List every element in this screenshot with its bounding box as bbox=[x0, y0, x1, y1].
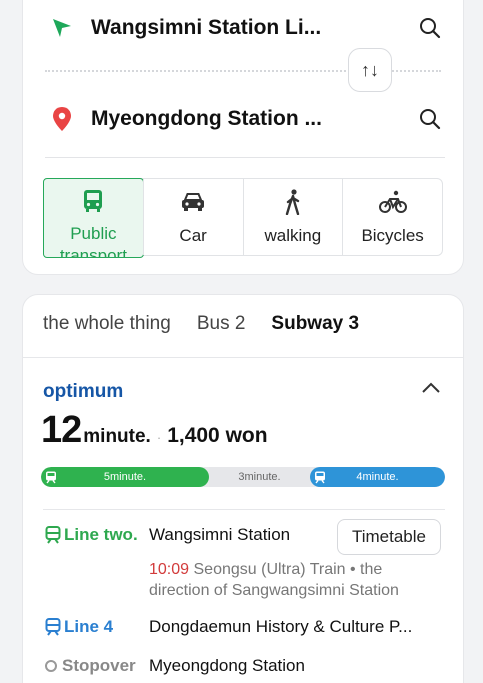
duration-unit: minute. bbox=[83, 426, 151, 447]
divider bbox=[23, 357, 463, 358]
fare-value: 1,400 won bbox=[167, 424, 268, 447]
segment-subway-line4: 4minute. bbox=[310, 467, 445, 487]
tab-all[interactable]: the whole thing bbox=[43, 313, 171, 335]
bus-icon bbox=[82, 189, 104, 213]
route-search-card: Wangsimni Station Li... ↑↓ Myeongdong St… bbox=[22, 0, 464, 275]
line-name: Line two. bbox=[64, 525, 138, 544]
car-icon bbox=[180, 189, 206, 215]
segment-label: 4minute. bbox=[356, 471, 399, 483]
mode-label: Public transport bbox=[59, 224, 127, 258]
line-badge: Line 4 bbox=[45, 617, 149, 637]
divider bbox=[45, 157, 445, 158]
segment-label: 3minute. bbox=[238, 471, 281, 483]
stopover-dot-icon bbox=[45, 660, 57, 672]
destination-row[interactable]: Myeongdong Station ... bbox=[23, 94, 465, 144]
origin-row[interactable]: Wangsimni Station Li... bbox=[23, 3, 465, 53]
route-step[interactable]: Line 4 Dongdaemun History & Culture P... bbox=[45, 617, 412, 637]
route-segment-bar: 5minute. 3minute. 4minute. bbox=[41, 467, 445, 487]
line-name: Stopover bbox=[62, 656, 136, 675]
line-badge: Stopover bbox=[45, 656, 149, 676]
train-icon bbox=[310, 467, 330, 487]
line-name: Line 4 bbox=[64, 617, 114, 636]
mode-label: Car bbox=[179, 226, 207, 245]
segment-walk: 3minute. bbox=[209, 467, 310, 487]
route-tag: optimum bbox=[43, 381, 124, 402]
location-arrow-icon bbox=[49, 15, 75, 41]
segment-subway-line2: 5minute. bbox=[41, 467, 209, 487]
destination-text[interactable]: Myeongdong Station ... bbox=[91, 107, 322, 131]
duration-value: 12 bbox=[41, 409, 82, 451]
swap-button[interactable]: ↑↓ bbox=[348, 48, 392, 92]
tab-public-transport[interactable]: Public transport bbox=[43, 178, 144, 258]
origin-search-icon[interactable] bbox=[415, 13, 445, 43]
station-name: Myeongdong Station bbox=[149, 656, 305, 675]
tab-subway[interactable]: Subway 3 bbox=[271, 313, 359, 335]
chevron-up-icon[interactable] bbox=[421, 381, 441, 400]
route-step[interactable]: Line two. Wangsimni Station bbox=[45, 525, 290, 545]
train-icon bbox=[45, 526, 61, 544]
station-name: Wangsimni Station bbox=[149, 525, 291, 544]
separator: · bbox=[156, 430, 162, 445]
tab-car[interactable]: Car bbox=[142, 179, 243, 255]
tab-bicycles[interactable]: Bicycles bbox=[342, 179, 442, 255]
segment-label: 5minute. bbox=[103, 471, 147, 483]
bicycle-icon bbox=[378, 189, 407, 215]
divider bbox=[43, 509, 445, 510]
route-summary: 12 minute. · 1,400 won bbox=[41, 409, 268, 452]
destination-search-icon[interactable] bbox=[415, 104, 445, 134]
line-badge: Line two. bbox=[45, 525, 149, 545]
route-filter-tabs: the whole thing Bus 2 Subway 3 bbox=[43, 313, 359, 335]
map-pin-icon bbox=[49, 106, 75, 132]
tab-walking[interactable]: walking bbox=[242, 179, 343, 255]
train-icon bbox=[45, 618, 61, 636]
departure-time: 10:09 bbox=[149, 561, 190, 578]
origin-text[interactable]: Wangsimni Station Li... bbox=[91, 16, 321, 40]
mode-label: Bicycles bbox=[361, 226, 424, 245]
timetable-button[interactable]: Timetable bbox=[337, 519, 441, 555]
walking-icon bbox=[283, 189, 303, 215]
route-step[interactable]: Stopover Myeongdong Station bbox=[45, 656, 305, 676]
station-name: Dongdaemun History & Culture P... bbox=[149, 617, 413, 636]
train-icon bbox=[41, 467, 61, 487]
tab-bus[interactable]: Bus 2 bbox=[197, 313, 246, 335]
swap-icon: ↑↓ bbox=[361, 59, 379, 80]
train-info: 10:09 Seongsu (Ultra) Train • the direct… bbox=[149, 559, 429, 601]
mode-label: walking bbox=[264, 226, 322, 245]
route-result-card: the whole thing Bus 2 Subway 3 optimum 1… bbox=[22, 294, 464, 683]
transport-mode-tabs: Public transport Car walking Bicycles bbox=[43, 178, 443, 258]
